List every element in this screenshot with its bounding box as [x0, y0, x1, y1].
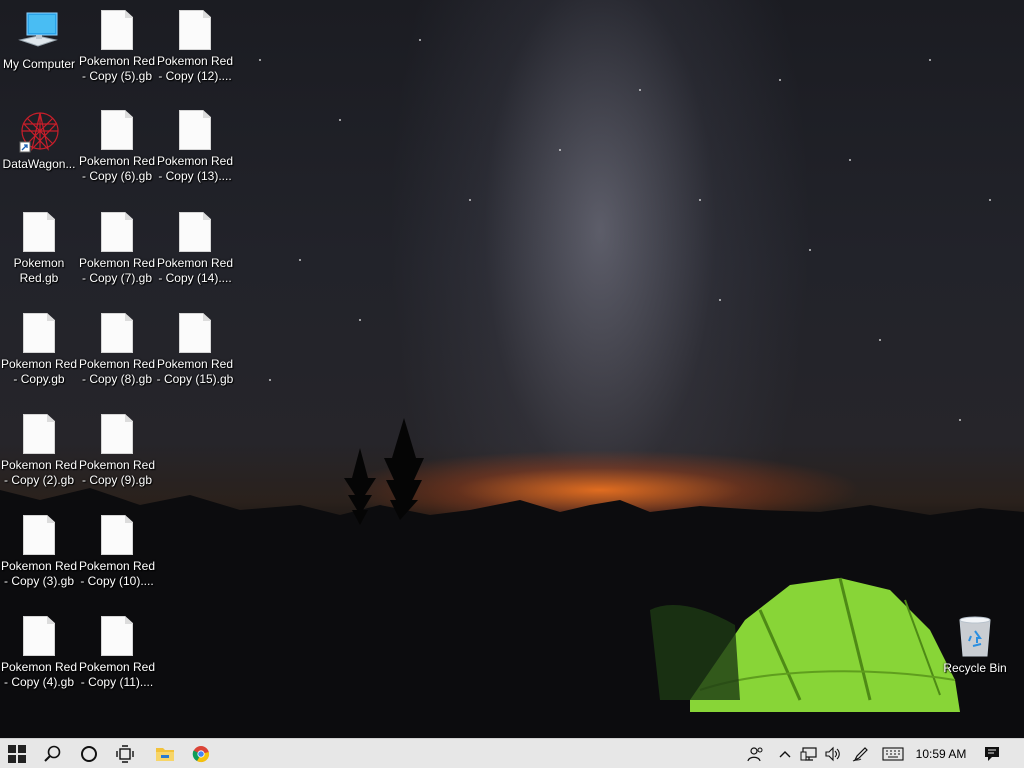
network-icon — [800, 747, 817, 761]
file-icon — [23, 414, 55, 454]
task-view-button[interactable] — [108, 739, 142, 769]
touch-keyboard-button[interactable] — [881, 739, 905, 769]
file-icon-item[interactable]: Pokemon Red - Copy (11).... — [78, 616, 156, 690]
icon-label: Pokemon Red - Copy (9).gb — [78, 458, 156, 487]
file-icon — [101, 616, 133, 656]
file-icon — [101, 414, 133, 454]
file-icon — [179, 110, 211, 150]
file-icon — [23, 515, 55, 555]
file-icon-item[interactable]: Pokemon Red - Copy (14).... — [156, 212, 234, 286]
icon-label: Pokemon Red - Copy (12).... — [156, 54, 234, 83]
action-center-button[interactable] — [980, 739, 1004, 769]
file-icon-item[interactable]: Pokemon Red.gb — [0, 212, 78, 286]
chrome-icon — [192, 746, 210, 763]
recycle-bin-item[interactable]: Recycle Bin — [936, 614, 1014, 676]
icon-label: Pokemon Red - Copy (14).... — [156, 256, 234, 285]
icon-label: Pokemon Red - Copy (10).... — [78, 559, 156, 588]
search-button[interactable] — [36, 739, 70, 769]
file-icon — [101, 313, 133, 353]
icon-label: Pokemon Red - Copy.gb — [0, 357, 78, 386]
start-button[interactable] — [0, 739, 34, 769]
file-icon — [23, 212, 55, 252]
computer-icon — [18, 12, 58, 47]
file-icon — [179, 313, 211, 353]
taskbar-clock[interactable]: 10:59 AM — [910, 739, 972, 769]
file-icon — [101, 515, 133, 555]
file-icon-item[interactable]: Pokemon Red - Copy (13).... — [156, 110, 234, 184]
file-icon-item[interactable]: Pokemon Red - Copy (4).gb — [0, 616, 78, 690]
icon-label: Pokemon Red - Copy (6).gb — [78, 154, 156, 183]
people-icon — [747, 747, 763, 762]
windows-logo-icon — [8, 745, 26, 763]
icon-label: Pokemon Red.gb — [13, 256, 65, 285]
file-icon-item[interactable]: Pokemon Red - Copy.gb — [0, 313, 78, 387]
icon-label: Pokemon Red - Copy (3).gb — [0, 559, 78, 588]
icon-label: DataWagon... — [2, 157, 76, 171]
file-icon — [179, 10, 211, 50]
file-icon — [101, 10, 133, 50]
file-icon-item[interactable]: Pokemon Red - Copy (7).gb — [78, 212, 156, 286]
file-icon-item[interactable]: Pokemon Red - Copy (5).gb — [78, 10, 156, 84]
keyboard-icon — [882, 747, 904, 761]
file-explorer-icon — [156, 748, 174, 761]
pen-workspace-button[interactable] — [849, 739, 873, 769]
icon-label: Pokemon Red - Copy (13).... — [156, 154, 234, 183]
file-icon-item[interactable]: Pokemon Red - Copy (2).gb — [0, 414, 78, 488]
network-button[interactable] — [797, 739, 821, 769]
icon-label: Pokemon Red - Copy (5).gb — [78, 54, 156, 83]
search-icon — [44, 745, 61, 762]
chrome-button[interactable] — [184, 739, 218, 769]
people-button[interactable] — [744, 739, 768, 769]
file-icon — [23, 313, 55, 353]
file-icon-item[interactable]: Pokemon Red - Copy (15).gb — [156, 313, 234, 387]
icon-label: Pokemon Red - Copy (2).gb — [0, 458, 78, 487]
chevron-up-icon — [779, 751, 791, 758]
icon-label: Pokemon Red - Copy (8).gb — [78, 357, 156, 386]
icon-label: Pokemon Red - Copy (7).gb — [78, 256, 156, 285]
task-view-icon — [116, 745, 134, 763]
file-icon — [101, 212, 133, 252]
volume-button[interactable] — [821, 739, 845, 769]
cortana-button[interactable] — [72, 739, 106, 769]
volume-icon — [825, 746, 840, 762]
icon-label: Recycle Bin — [943, 661, 1007, 675]
desktop[interactable]: My Computer Pokemon Red - Copy (5).gb Po… — [0, 0, 1024, 738]
icon-label: My Computer — [2, 57, 76, 71]
recycle-bin-icon — [959, 616, 991, 657]
file-icon-item[interactable]: Pokemon Red - Copy (3).gb — [0, 515, 78, 589]
action-center-icon — [985, 747, 999, 761]
pen-icon — [852, 747, 868, 762]
file-icon-item[interactable]: Pokemon Red - Copy (8).gb — [78, 313, 156, 387]
file-icon — [179, 212, 211, 252]
file-icon — [23, 616, 55, 656]
file-explorer-button[interactable] — [148, 739, 182, 769]
datawagon-shortcut-item[interactable]: DataWagon... — [0, 110, 78, 172]
cortana-circle-icon — [81, 746, 97, 762]
file-icon-item[interactable]: Pokemon Red - Copy (6).gb — [78, 110, 156, 184]
file-icon — [101, 110, 133, 150]
taskbar: 10:59 AM — [0, 738, 1024, 768]
icon-label: Pokemon Red - Copy (11).... — [78, 660, 156, 689]
file-icon-item[interactable]: Pokemon Red - Copy (12).... — [156, 10, 234, 84]
show-hidden-icons-button[interactable] — [773, 739, 797, 769]
file-icon-item[interactable]: Pokemon Red - Copy (9).gb — [78, 414, 156, 488]
icon-label: Pokemon Red - Copy (15).gb — [156, 357, 234, 386]
datawagon-icon — [19, 112, 59, 153]
icon-label: Pokemon Red - Copy (4).gb — [0, 660, 78, 689]
file-icon-item[interactable]: Pokemon Red - Copy (10).... — [78, 515, 156, 589]
my-computer-icon-item[interactable]: My Computer — [0, 10, 78, 72]
